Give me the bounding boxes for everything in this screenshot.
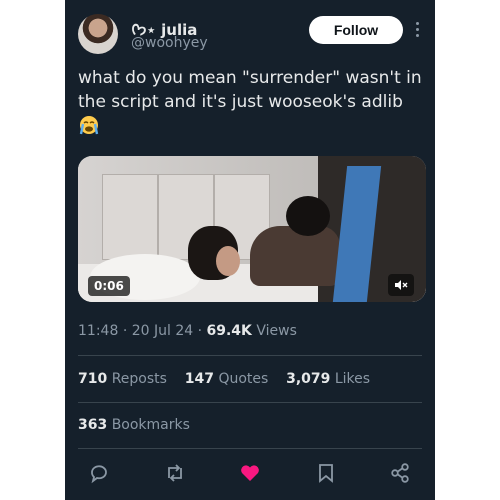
video-player[interactable]: 0:06 bbox=[78, 156, 426, 302]
volume-muted-icon[interactable] bbox=[388, 274, 414, 296]
video-duration: 0:06 bbox=[88, 276, 130, 296]
likes-stat[interactable]: 3,079 Likes bbox=[286, 371, 370, 387]
user-handle[interactable]: @woohyey bbox=[131, 35, 208, 51]
tweet-time[interactable]: 11:48 bbox=[78, 323, 118, 339]
follow-button[interactable]: Follow bbox=[309, 16, 403, 44]
tweet-card: ᢉ𐭩⋆ julia @woohyey Follow what do you me… bbox=[65, 0, 435, 500]
bookmark-icon[interactable] bbox=[315, 462, 337, 484]
quotes-stat[interactable]: 147 Quotes bbox=[185, 371, 269, 387]
repost-icon[interactable] bbox=[164, 462, 186, 484]
share-icon[interactable] bbox=[389, 462, 411, 484]
divider bbox=[78, 355, 422, 356]
loudly-crying-face-icon bbox=[79, 116, 99, 135]
reply-icon[interactable] bbox=[88, 462, 110, 484]
tweet-date[interactable]: 20 Jul 24 bbox=[132, 323, 193, 339]
timestamp-row: 11:48 · 20 Jul 24 · 69.4K Views bbox=[78, 323, 297, 339]
tweet-text: what do you mean "surrender" wasn't in t… bbox=[78, 68, 422, 112]
divider bbox=[78, 402, 422, 403]
divider bbox=[78, 448, 422, 449]
more-options-icon[interactable] bbox=[414, 19, 420, 41]
bookmarks-stat[interactable]: 363 Bookmarks bbox=[78, 417, 190, 433]
reposts-stat[interactable]: 710 Reposts bbox=[78, 371, 167, 387]
views-label: Views bbox=[256, 323, 297, 339]
views-count: 69.4K bbox=[206, 323, 252, 339]
engagement-stats: 710 Reposts 147 Quotes 3,079 Likes bbox=[78, 371, 370, 387]
like-icon[interactable] bbox=[239, 462, 261, 484]
avatar[interactable] bbox=[78, 14, 118, 54]
